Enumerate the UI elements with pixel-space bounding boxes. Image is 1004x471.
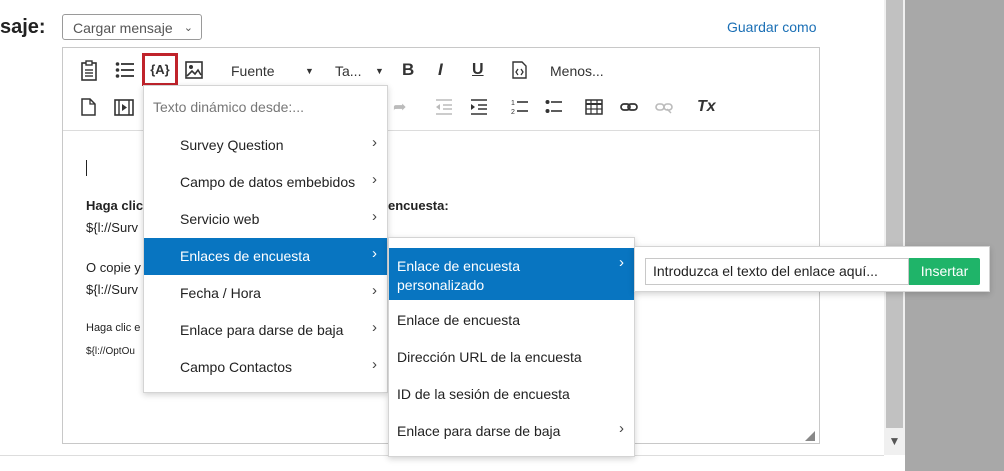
submenu-item-session-id[interactable]: ID de la sesión de encuesta: [389, 376, 634, 413]
font-label: Fuente: [231, 63, 275, 79]
less-button[interactable]: Menos...: [550, 61, 604, 81]
media-icon[interactable]: [114, 99, 134, 116]
chevron-right-icon: ›: [372, 319, 377, 336]
menu-item-label: Fecha / Hora: [180, 285, 261, 301]
chevron-right-icon: ›: [372, 208, 377, 225]
menu-item-label: Enlace de encuesta: [397, 312, 520, 328]
redo-icon[interactable]: ➦: [393, 98, 406, 118]
list-icon[interactable]: [115, 61, 135, 79]
resize-handle-icon[interactable]: [805, 431, 815, 441]
link-text-input[interactable]: Introduzca el texto del enlace aquí...: [645, 258, 909, 285]
dynamic-text-menu: Texto dinámico desde:... Survey Question…: [143, 85, 388, 393]
submenu-item-survey-url[interactable]: Dirección URL de la encuesta: [389, 339, 634, 376]
scrollbar-thumb[interactable]: [886, 0, 903, 428]
caret-down-icon: ▼: [375, 66, 384, 76]
clear-format-button[interactable]: Tx: [697, 97, 716, 117]
text-cursor: [86, 160, 87, 176]
menu-item-contacts-field[interactable]: Campo Contactos ›: [144, 349, 387, 386]
chevron-right-icon: ›: [372, 171, 377, 188]
survey-links-submenu: Enlace de encuesta personalizado › Enlac…: [388, 237, 635, 457]
indent-icon[interactable]: [470, 98, 488, 116]
editor-line: O copie y: [86, 260, 141, 275]
editor-line: ${l://Surv: [86, 282, 139, 297]
background-panel: [905, 0, 1004, 471]
chevron-down-icon: ⌄: [183, 22, 193, 34]
caret-down-icon: ▼: [305, 66, 314, 76]
font-size-dropdown[interactable]: Ta...: [335, 61, 361, 81]
chevron-right-icon: ›: [619, 254, 624, 271]
dynamic-text-button[interactable]: {A}: [142, 53, 178, 86]
message-label: saje:: [0, 16, 46, 38]
numbered-list-icon[interactable]: 12: [511, 98, 529, 116]
menu-item-label: Enlace para darse de baja: [180, 322, 344, 338]
menu-item-label: ID de la sesión de encuesta: [397, 386, 570, 402]
load-message-label: Cargar mensaje: [73, 20, 173, 36]
font-dropdown[interactable]: Fuente: [231, 61, 275, 81]
link-icon[interactable]: [620, 100, 638, 114]
menu-item-label: Enlace de encuesta: [397, 258, 520, 274]
link-text-panel: Introduzca el texto del enlace aquí... I…: [634, 246, 990, 292]
chevron-right-icon: ›: [372, 356, 377, 373]
editor-line-small: Haga clic e: [86, 322, 141, 334]
paste-icon[interactable]: [80, 60, 98, 82]
chevron-right-icon: ›: [372, 282, 377, 299]
bullet-list-icon[interactable]: [545, 98, 563, 116]
font-size-label: Ta...: [335, 63, 362, 79]
menu-item-date-time[interactable]: Fecha / Hora ›: [144, 275, 387, 312]
menu-item-label: Survey Question: [180, 137, 284, 153]
scroll-down-arrow-icon[interactable]: ▼: [886, 432, 903, 450]
chevron-right-icon: ›: [372, 245, 377, 262]
menu-item-opt-out-link[interactable]: Enlace para darse de baja ›: [144, 312, 387, 349]
menu-item-label: Enlaces de encuesta: [180, 248, 310, 264]
italic-button[interactable]: I: [438, 60, 443, 80]
submenu-item-survey-link[interactable]: Enlace de encuesta: [389, 302, 634, 339]
menu-item-label: Servicio web: [180, 211, 260, 227]
menu-item-survey-question[interactable]: Survey Question ›: [144, 127, 387, 164]
save-as-link[interactable]: Guardar como: [727, 19, 816, 35]
editor-line-bold: Haga clic: [86, 198, 144, 213]
table-icon[interactable]: [585, 99, 603, 115]
menu-item-web-service[interactable]: Servicio web ›: [144, 201, 387, 238]
editor-line-small: ${l://OptOu: [86, 346, 135, 357]
outdent-icon[interactable]: [435, 98, 453, 116]
unlink-icon[interactable]: [655, 100, 673, 114]
bold-button[interactable]: B: [402, 60, 414, 80]
underline-button[interactable]: U: [472, 60, 484, 80]
editor-line: ${l://Surv: [86, 220, 139, 235]
new-document-icon[interactable]: [81, 98, 96, 116]
svg-text:1: 1: [511, 100, 515, 107]
menu-item-label: Campo de datos embebidos: [180, 174, 356, 190]
load-message-dropdown[interactable]: Cargar mensaje ⌄: [62, 14, 202, 40]
source-code-icon[interactable]: [511, 61, 527, 79]
menu-item-survey-links[interactable]: Enlaces de encuesta ›: [144, 238, 387, 275]
image-icon[interactable]: [185, 61, 203, 79]
menu-item-label: Dirección URL de la encuesta: [397, 349, 582, 365]
editor-line-bold-end: encuesta:: [388, 198, 449, 213]
menu-item-embedded-data[interactable]: Campo de datos embebidos ›: [144, 164, 387, 201]
clear-format-icon: Tx: [697, 98, 716, 115]
submenu-item-personal-link[interactable]: Enlace de encuesta personalizado ›: [389, 248, 634, 300]
svg-text:2: 2: [511, 109, 515, 116]
dynamic-text-heading: Texto dinámico desde:...: [153, 99, 304, 115]
menu-item-label: Campo Contactos: [180, 359, 293, 375]
insert-button[interactable]: Insertar: [909, 258, 980, 285]
chevron-right-icon: ›: [619, 420, 624, 437]
menu-item-label: Enlace para darse de baja: [397, 423, 561, 439]
dynamic-text-icon: {A}: [150, 62, 170, 77]
menu-item-label: personalizado: [397, 277, 485, 293]
chevron-right-icon: ›: [372, 134, 377, 151]
submenu-item-opt-out-link[interactable]: Enlace para darse de baja ›: [389, 413, 634, 450]
